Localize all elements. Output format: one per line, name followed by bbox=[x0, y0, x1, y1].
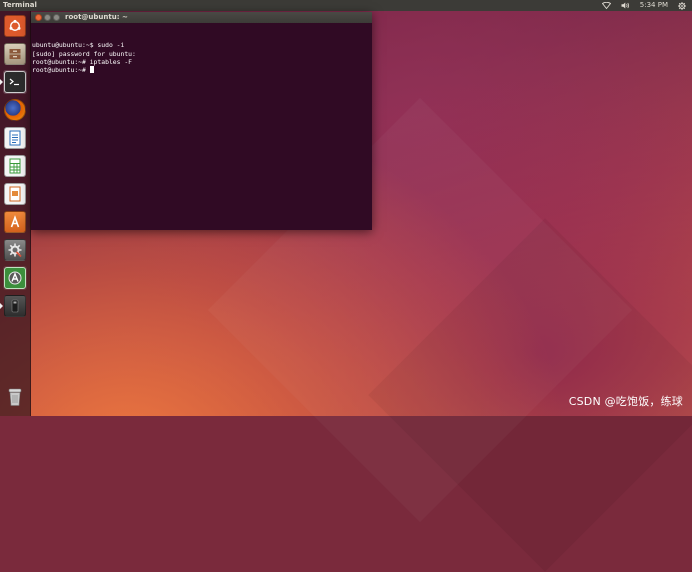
running-indicator bbox=[0, 79, 3, 85]
launcher-bar bbox=[0, 11, 31, 416]
ubuntu-logo-icon bbox=[4, 15, 26, 37]
firefox-icon bbox=[4, 99, 26, 121]
minimize-button[interactable] bbox=[44, 14, 51, 21]
terminal-prompt: root@ubuntu:~# bbox=[32, 66, 90, 75]
terminal-line: [sudo] password for ubuntu: bbox=[32, 49, 136, 58]
software-center-icon bbox=[4, 211, 26, 233]
file-cabinet-icon bbox=[4, 43, 26, 65]
usb-drive-icon bbox=[4, 295, 26, 317]
launcher-item-terminal[interactable] bbox=[0, 70, 27, 94]
writer-doc-icon bbox=[4, 127, 26, 149]
calc-sheet-icon bbox=[4, 155, 26, 177]
impress-slide-icon bbox=[4, 183, 26, 205]
launcher-item-usb-drive[interactable] bbox=[0, 294, 27, 318]
launcher-item-writer[interactable] bbox=[3, 126, 27, 150]
close-button[interactable] bbox=[35, 14, 42, 21]
volume-icon[interactable] bbox=[621, 2, 630, 9]
terminal-line: root@ubuntu:~# iptables -F bbox=[32, 57, 133, 66]
running-indicator bbox=[0, 303, 3, 309]
launcher-item-system-settings[interactable] bbox=[3, 238, 27, 262]
text-cursor bbox=[89, 66, 94, 74]
launcher-item-firefox[interactable] bbox=[3, 98, 27, 122]
gear-icon[interactable] bbox=[678, 1, 686, 10]
terminal-icon bbox=[4, 71, 26, 93]
terminal-output[interactable]: ubuntu@ubuntu:~$ sudo -i [sudo] password … bbox=[31, 23, 372, 230]
clock[interactable]: 5:34 PM bbox=[640, 0, 668, 11]
launcher-item-impress[interactable] bbox=[3, 182, 27, 206]
network-icon[interactable] bbox=[601, 2, 611, 9]
launcher-item-files[interactable] bbox=[3, 42, 27, 66]
terminal-line: ubuntu@ubuntu:~$ sudo -i bbox=[32, 41, 125, 50]
top-panel: Terminal 5:34 PM bbox=[0, 0, 692, 11]
terminal-titlebar[interactable]: root@ubuntu: ~ bbox=[31, 12, 372, 23]
terminal-prompt-line: root@ubuntu:~# bbox=[32, 66, 372, 74]
active-app-title: Terminal bbox=[3, 1, 37, 9]
launcher-item-software-center[interactable] bbox=[3, 210, 27, 234]
launcher-item-dash[interactable] bbox=[3, 14, 27, 38]
indicator-area: 5:34 PM bbox=[601, 0, 686, 11]
maximize-button[interactable] bbox=[53, 14, 60, 21]
trash-icon bbox=[4, 386, 26, 408]
watermark-text: CSDN @吃饱饭，练球 bbox=[568, 395, 683, 408]
gear-wrench-icon bbox=[4, 239, 26, 261]
launcher-item-trash[interactable] bbox=[3, 385, 27, 409]
launcher-item-software-updater[interactable] bbox=[3, 266, 27, 290]
terminal-title: root@ubuntu: ~ bbox=[65, 13, 128, 21]
launcher-item-calc[interactable] bbox=[3, 154, 27, 178]
updater-icon bbox=[4, 267, 26, 289]
terminal-window[interactable]: root@ubuntu: ~ ubuntu@ubuntu:~$ sudo -i[… bbox=[31, 12, 372, 230]
